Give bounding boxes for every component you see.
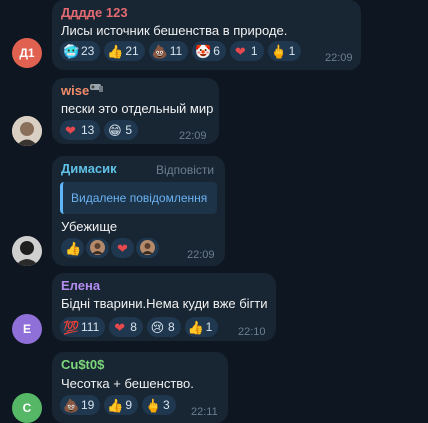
author-name[interactable]: Елена — [61, 278, 100, 293]
reactions-bar: 💩 19 👍 9 🖕 3 — [60, 395, 176, 415]
reaction-count: 3 — [163, 398, 170, 412]
thumbs-up-icon: 👍 — [65, 240, 82, 256]
message-text: Убежище — [61, 219, 118, 234]
message-bubble[interactable]: Елена Бідні тварини.Нема куди вже бігти … — [52, 273, 276, 341]
message-row: Д1 Дддде 123 Лисы источник бешенства в п… — [0, 0, 428, 75]
red-heart-icon: ❤ — [65, 122, 76, 138]
avatar[interactable] — [12, 116, 42, 146]
reaction-count: 8 — [130, 320, 137, 334]
middle-finger-icon: 🖕 — [270, 43, 287, 59]
reactions-bar: 🥶 23 👍 21 💩 11 🤡 6 ❤ 1 🖕 1 — [60, 41, 302, 61]
message-text: пески это отдельный мир — [61, 101, 214, 116]
message-bubble[interactable]: Cu$t0$ Чесотка + бешенство. 💩 19 👍 9 🖕 3 22:1… — [52, 352, 228, 423]
reaction-chip[interactable]: 🥶 23 — [60, 41, 101, 61]
reaction-count: 111 — [81, 320, 100, 334]
avatar-initials: Е — [22, 322, 31, 336]
reaction-chip[interactable]: 💯 111 — [60, 317, 106, 337]
message-time: 22:11 — [191, 406, 218, 418]
reply-link[interactable]: Відповісти — [156, 163, 214, 177]
author-name[interactable]: Дддде 123 — [61, 5, 128, 20]
red-heart-icon: ❤ — [114, 319, 126, 335]
message-text: Бідні тварини.Нема куди вже бігти — [61, 296, 268, 311]
user-avatar-icon — [90, 239, 105, 257]
poop-icon: 💩 — [151, 43, 168, 59]
reaction-count: 8 — [167, 320, 175, 334]
reaction-count: 19 — [81, 398, 95, 412]
reply-quote[interactable]: Видалене повідомлення — [60, 182, 217, 214]
reaction-count: 21 — [125, 44, 139, 58]
message-bubble[interactable]: wise пески это отдельный мир ❤ 13 😁 5 22:09 — [52, 78, 219, 144]
reaction-chip[interactable]: ❤ 13 — [60, 120, 101, 140]
reaction-chip[interactable]: 😢 8 — [146, 317, 181, 337]
message-row: wise пески это отдельный мир ❤ 13 😁 5 22:09 — [0, 78, 428, 148]
reaction-chip[interactable]: 👍 — [61, 238, 84, 258]
reaction-count: 1 — [205, 320, 213, 334]
avatar-initials: Д1 — [19, 46, 35, 60]
blue-face-icon: 🥶 — [63, 43, 80, 59]
clown-icon: 🤡 — [195, 43, 212, 59]
reaction-chip[interactable]: ❤ 1 — [229, 41, 264, 61]
avatar[interactable]: Е — [12, 314, 42, 344]
message-time: 22:10 — [238, 326, 266, 338]
reaction-chip[interactable]: 💩 11 — [148, 41, 189, 61]
user-avatar-icon — [140, 239, 155, 257]
reactions-bar: ❤ 13 😁 5 — [60, 120, 139, 140]
poop-icon: 💩 — [63, 397, 80, 413]
author-badge-icon — [89, 81, 104, 94]
reaction-count: 1 — [250, 44, 258, 58]
message-bubble[interactable]: Дддде 123 Лисы источник бешенства в прир… — [52, 0, 361, 70]
crying-face-icon: 😢 — [150, 319, 165, 335]
red-heart-icon: ❤ — [117, 240, 128, 256]
reaction-chip[interactable]: ❤ 8 — [109, 317, 143, 337]
reaction-chip[interactable] — [136, 238, 159, 258]
quoted-message-text: Видалене повідомлення — [71, 191, 208, 205]
hundred-points-icon: 💯 — [63, 319, 80, 335]
reaction-chip[interactable]: 💩 19 — [60, 395, 101, 415]
message-row: Е Елена Бідні тварини.Нема куди вже бігт… — [0, 273, 428, 344]
author-name[interactable]: wise — [61, 83, 89, 98]
user-photo-icon — [12, 236, 42, 266]
message-row: C Cu$t0$ Чесотка + бешенство. 💩 19 👍 9 🖕 3 22… — [0, 352, 428, 423]
message-time: 22:09 — [187, 249, 215, 261]
user-photo-icon — [12, 116, 42, 146]
middle-finger-icon: 🖕 — [145, 397, 162, 413]
reaction-chip[interactable]: 🖕 3 — [142, 395, 176, 415]
message-time: 22:09 — [179, 130, 207, 142]
avatar[interactable] — [12, 236, 42, 266]
message-row: Димасик Відповісти Видалене повідомлення… — [0, 156, 428, 268]
thumbs-up-icon: 👍 — [107, 43, 124, 59]
avatar[interactable]: Д1 — [12, 38, 42, 68]
avatar-initials: C — [22, 401, 32, 415]
reaction-count: 9 — [125, 398, 133, 412]
reactions-bar: 💯 111 ❤ 8 😢 8 👍 1 — [60, 317, 219, 337]
reaction-count: 5 — [125, 123, 133, 137]
reactions-bar: 👍 ❤ — [61, 238, 159, 258]
reaction-chip[interactable]: 🤡 6 — [192, 41, 226, 61]
reaction-chip[interactable]: 😁 5 — [104, 120, 139, 140]
reaction-chip[interactable]: 👍 9 — [104, 395, 139, 415]
avatar[interactable]: C — [12, 393, 42, 423]
author-name[interactable]: Димасик — [61, 161, 117, 176]
reaction-count: 6 — [213, 44, 220, 58]
reaction-count: 1 — [288, 44, 296, 58]
reaction-chip[interactable]: 👍 21 — [104, 41, 145, 61]
reaction-chip[interactable]: 🖕 1 — [267, 41, 302, 61]
message-text: Чесотка + бешенство. — [61, 376, 194, 391]
message-text: Лисы источник бешенства в природе. — [61, 23, 288, 38]
reaction-chip[interactable]: 👍 1 — [184, 317, 219, 337]
thumbs-up-icon: 👍 — [107, 397, 124, 413]
reaction-count: 11 — [169, 44, 183, 58]
thumbs-up-icon: 👍 — [187, 319, 204, 335]
message-bubble[interactable]: Димасик Відповісти Видалене повідомлення… — [52, 156, 225, 266]
reaction-count: 13 — [81, 123, 95, 137]
reaction-count: 23 — [81, 44, 95, 58]
grinning-face-icon: 😁 — [108, 122, 122, 138]
author-name[interactable]: Cu$t0$ — [61, 357, 104, 372]
reaction-chip[interactable]: ❤ — [111, 238, 134, 258]
reaction-chip[interactable] — [86, 238, 109, 258]
red-heart-icon: ❤ — [234, 43, 246, 59]
message-time: 22:09 — [325, 52, 353, 64]
